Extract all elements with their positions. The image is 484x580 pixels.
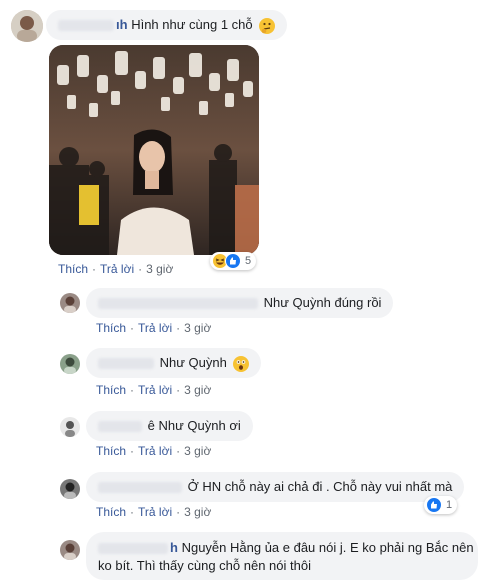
timestamp[interactable]: 3 giờ	[184, 321, 211, 335]
reply-author-name[interactable]	[98, 355, 156, 370]
reaction-summary[interactable]: 1	[424, 496, 458, 514]
reply-bubble: Ở HN chỗ này ai chả đi . Chỗ này vui nhấ…	[86, 472, 465, 502]
like-link[interactable]: Thích	[96, 383, 126, 397]
reply-bubble: h Nguyễn Hằng ủa e đâu nói j. E ko phải …	[86, 532, 478, 580]
timestamp[interactable]: 3 giờ	[184, 444, 211, 458]
reply-author-avatar[interactable]	[60, 479, 80, 499]
reply-actions: Thích · Trả lời · 3 giờ	[96, 321, 212, 335]
timestamp[interactable]: 3 giờ	[184, 383, 211, 397]
comment-bubble: ıh Hình như cùng 1 chỗ	[46, 10, 288, 40]
reply-author-avatar[interactable]	[60, 354, 80, 374]
comment-photo[interactable]	[49, 45, 259, 255]
reply-link[interactable]: Trả lời	[100, 262, 134, 276]
reply-text: Ở HN chỗ này ai chả đi . Chỗ này vui nhấ…	[187, 479, 453, 494]
reply-text: Như Quỳnh đúng rồi	[263, 295, 382, 310]
like-icon	[426, 497, 442, 513]
reply-bubble: Như Quỳnh đúng rồi	[86, 288, 394, 318]
reply-link[interactable]: Trả lời	[138, 444, 172, 458]
reply-text: ê Như Quỳnh ơi	[147, 418, 241, 433]
reply-text-line2: ko bít. Thì thấy cùng chỗ nên nói thôi	[98, 558, 311, 573]
reply-text: Như Quỳnh	[159, 355, 227, 370]
reply-author-avatar[interactable]	[60, 417, 80, 437]
like-link[interactable]: Thích	[96, 505, 126, 519]
reaction-summary[interactable]: 5	[210, 252, 257, 270]
reaction-count: 5	[245, 255, 252, 267]
thinking-face-emoji	[259, 17, 276, 34]
like-link[interactable]: Thích	[96, 321, 126, 335]
timestamp[interactable]: 3 giờ	[146, 262, 173, 276]
reply-text-line1: Nguyễn Hằng ủa e đâu nói j. E ko phải ng…	[181, 540, 474, 555]
reply-author-name[interactable]	[98, 295, 260, 310]
comment-author-name[interactable]: ıh	[58, 17, 131, 32]
reply-bubble: ê Như Quỳnh ơi	[86, 411, 253, 441]
comment-author-avatar[interactable]	[11, 10, 43, 42]
reply-author-name[interactable]	[98, 418, 144, 433]
timestamp[interactable]: 3 giờ	[184, 505, 211, 519]
reply-author-avatar[interactable]	[60, 293, 80, 313]
reply-actions: Thích · Trả lời · 3 giờ	[96, 383, 212, 397]
reply-link[interactable]: Trả lời	[138, 321, 172, 335]
comment-text: Hình như cùng 1 chỗ	[131, 17, 253, 32]
reply-actions: Thích · Trả lời · 3 giờ	[96, 505, 212, 519]
reply-actions: Thích · Trả lời · 3 giờ	[96, 444, 212, 458]
reply-link[interactable]: Trả lời	[138, 505, 172, 519]
reply-author-name[interactable]	[98, 479, 184, 494]
reply-author-name[interactable]: h	[98, 540, 178, 555]
reply-link[interactable]: Trả lời	[138, 383, 172, 397]
like-link[interactable]: Thích	[58, 262, 88, 276]
reaction-count: 1	[446, 499, 453, 511]
astonished-face-emoji	[233, 355, 250, 372]
comment-actions: Thích · Trả lời · 3 giờ	[58, 262, 174, 276]
reply-author-avatar[interactable]	[60, 540, 80, 560]
reply-bubble: Như Quỳnh	[86, 348, 262, 378]
like-icon	[225, 253, 241, 269]
like-link[interactable]: Thích	[96, 444, 126, 458]
